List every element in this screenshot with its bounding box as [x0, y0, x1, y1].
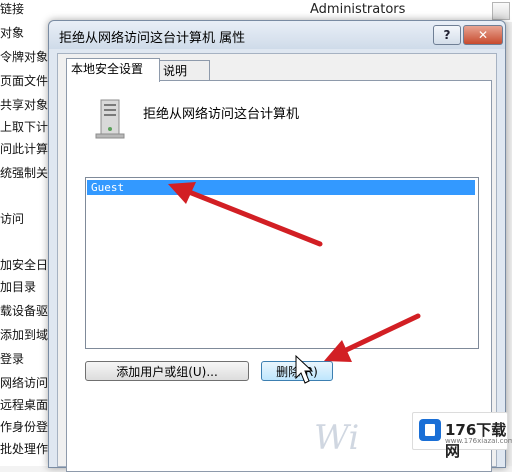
policy-row[interactable]: 访问	[0, 210, 24, 228]
policy-name-label: 拒绝从网络访问这台计算机	[143, 107, 300, 122]
properties-dialog: 拒绝从网络访问这台计算机 属性 ? ✕ 本地安全设置 说明 拒绝从网络访问这台计…	[48, 20, 506, 472]
remove-button[interactable]: 删除(R)	[261, 361, 333, 381]
policy-row[interactable]: 加目录	[0, 278, 36, 296]
policy-row[interactable]: 共享对象	[0, 96, 48, 114]
logo-icon	[419, 419, 441, 441]
policy-row[interactable]: 页面文件	[0, 72, 48, 90]
logo-subtext: www.176xiazai.com	[445, 437, 512, 445]
windows-watermark: Wi	[314, 418, 360, 458]
user-listbox[interactable]: Guest	[85, 177, 479, 349]
tab-local-security-setting[interactable]: 本地安全设置	[66, 58, 160, 82]
scrollbar-button[interactable]	[492, 2, 510, 20]
help-button[interactable]: ?	[433, 25, 461, 45]
tab-explain[interactable]: 说明	[158, 60, 210, 81]
site-logo: 176下载网 www.176xiazai.com	[412, 412, 512, 460]
admin-setting-value: Administrators	[310, 2, 406, 17]
policy-row[interactable]: 对象	[0, 24, 24, 42]
dialog-titlebar[interactable]: 拒绝从网络访问这台计算机 属性 ? ✕	[49, 21, 505, 49]
list-item-guest[interactable]: Guest	[87, 180, 475, 195]
policy-row[interactable]: 令牌对象	[0, 48, 48, 66]
dialog-title: 拒绝从网络访问这台计算机 属性	[59, 31, 246, 46]
policy-row[interactable]: 添加到域	[0, 326, 48, 344]
server-icon	[95, 99, 125, 139]
add-user-or-group-button[interactable]: 添加用户或组(U)...	[85, 361, 249, 381]
policy-row[interactable]: 登录	[0, 350, 24, 368]
policy-row[interactable]: 链接	[0, 0, 24, 18]
dialog-client: 本地安全设置 说明 拒绝从网络访问这台计算机 Guest 添加用户或组(U)..…	[57, 53, 497, 472]
close-button[interactable]: ✕	[463, 25, 503, 45]
